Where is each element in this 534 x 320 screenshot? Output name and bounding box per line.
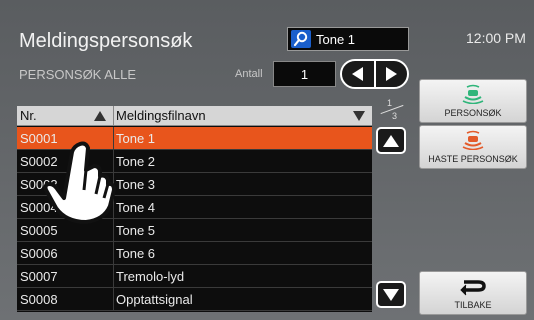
column-divider	[113, 265, 114, 288]
row-filename: Tone 6	[116, 246, 156, 261]
column-divider	[113, 242, 114, 265]
arrow-right-icon	[385, 67, 397, 81]
row-number: S0007	[20, 269, 58, 284]
table-header: Nr. Meldingsfilnavn	[17, 106, 372, 126]
scroll-up-button[interactable]	[376, 127, 406, 154]
sort-up-icon[interactable]	[94, 111, 106, 121]
row-filename: Opptattsignal	[116, 292, 193, 307]
back-icon	[458, 276, 488, 301]
urgent-paging-button[interactable]: HASTE PERSONSØK	[419, 125, 527, 169]
back-button[interactable]: TILBAKE	[419, 271, 527, 315]
prev-next-control	[340, 59, 409, 89]
search-icon	[291, 30, 311, 48]
row-number: S0006	[20, 246, 58, 261]
sort-down-icon[interactable]	[353, 111, 365, 121]
column-divider	[113, 288, 114, 311]
urgent-paging-label: HASTE PERSONSØK	[428, 154, 518, 164]
page-subtitle: PERSONSØK ALLE	[19, 67, 137, 82]
scroll-up-icon	[383, 134, 399, 147]
row-number: S0008	[20, 292, 58, 307]
table-row[interactable]: S0006 Tone 6	[17, 242, 372, 265]
scroll-down-icon	[383, 288, 399, 301]
back-label: TILBAKE	[454, 300, 492, 310]
touch-hand-icon	[42, 140, 122, 224]
row-filename: Tremolo-lyd	[116, 269, 185, 284]
page-title: Meldingspersonsøk	[19, 30, 193, 52]
arrow-left-icon	[352, 67, 364, 81]
column-header-nr[interactable]: Nr.	[20, 106, 37, 126]
urgent-paging-icon	[462, 130, 484, 155]
count-label: Antall	[235, 68, 263, 80]
count-field[interactable]: 1	[273, 61, 336, 87]
search-value: Tone 1	[316, 32, 356, 47]
column-divider	[113, 106, 114, 126]
scroll-down-button[interactable]	[376, 281, 406, 308]
table-row[interactable]: S0007 Tremolo-lyd	[17, 265, 372, 288]
page-current: 1	[387, 98, 393, 108]
prev-button[interactable]	[342, 61, 374, 87]
paging-button[interactable]: PERSONSØK	[419, 79, 527, 123]
paging-icon	[462, 84, 484, 109]
next-button[interactable]	[373, 61, 408, 87]
page-total: 3	[392, 111, 398, 121]
column-header-name[interactable]: Meldingsfilnavn	[116, 106, 206, 126]
page-indicator: 1 3	[378, 98, 404, 121]
table-row[interactable]: S0008 Opptattsignal	[17, 288, 372, 311]
row-number: S0005	[20, 223, 58, 238]
clock: 12:00 PM	[466, 30, 526, 46]
paging-label: PERSONSØK	[444, 108, 502, 118]
row-filename: Tone 5	[116, 223, 156, 238]
search-field[interactable]: Tone 1	[287, 27, 409, 51]
